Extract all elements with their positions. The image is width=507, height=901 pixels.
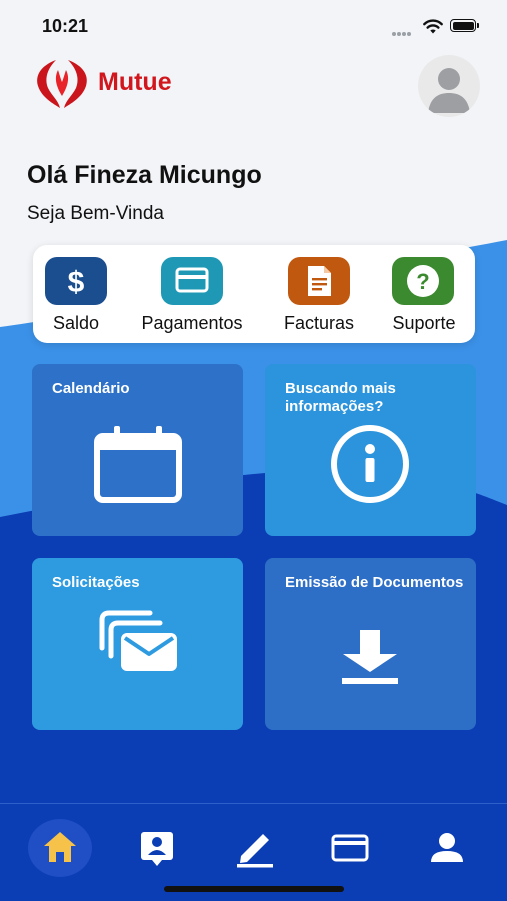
calendar-icon [94, 426, 182, 503]
card-informacoes[interactable]: Buscando mais informações? [265, 364, 476, 536]
quick-action-label: Saldo [52, 313, 100, 333]
status-icons [392, 17, 484, 36]
quick-actions-card: $ Saldo Pagamentos Facturas ? Suporte [33, 245, 475, 343]
quick-action-pagamentos[interactable]: Pagamentos [127, 245, 257, 343]
mutue-logo-icon [37, 60, 87, 108]
card-emissao-documentos[interactable]: Emissão de Documentos [265, 558, 476, 730]
tab-profile[interactable] [417, 822, 477, 872]
profile-icon [431, 833, 463, 862]
tab-edit[interactable] [225, 822, 285, 872]
profile-avatar[interactable] [418, 55, 480, 117]
edit-icon [237, 834, 273, 868]
tab-home[interactable] [30, 822, 90, 872]
brand-name: Mutue [98, 68, 172, 96]
svg-text:?: ? [416, 269, 429, 294]
status-time: 10:21 [42, 16, 89, 36]
avatar-placeholder-icon [428, 68, 470, 113]
quick-action-suporte[interactable]: ? Suporte [359, 245, 489, 343]
home-indicator [164, 886, 344, 892]
credit-card-icon [331, 834, 369, 862]
tab-bar [0, 803, 507, 901]
card-solicitacoes[interactable]: Solicitações [32, 558, 243, 730]
battery-tip [477, 23, 479, 28]
help-icon: ? [392, 257, 454, 305]
download-icon [342, 630, 398, 684]
credit-card-icon [161, 257, 223, 305]
dollar-icon: $ [45, 257, 107, 305]
card-calendario[interactable]: Calendário [32, 364, 243, 536]
mail-stack-icon [99, 610, 177, 671]
svg-text:$: $ [68, 266, 85, 299]
battery-icon [450, 19, 476, 32]
contact-card-icon [141, 832, 173, 866]
wifi-icon [423, 19, 443, 34]
home-icon [44, 832, 76, 862]
greeting-title: Olá Fineza Micungo [27, 161, 262, 189]
info-icon [331, 425, 409, 503]
quick-action-saldo[interactable]: $ Saldo [11, 245, 141, 343]
quick-action-label: Pagamentos [141, 313, 243, 333]
signal-icon [392, 23, 414, 36]
quick-action-label: Suporte [392, 313, 456, 333]
invoice-icon [288, 257, 350, 305]
greeting-subtitle: Seja Bem-Vinda [27, 203, 164, 224]
tab-contacts[interactable] [127, 822, 187, 872]
tab-payments[interactable] [320, 822, 380, 872]
